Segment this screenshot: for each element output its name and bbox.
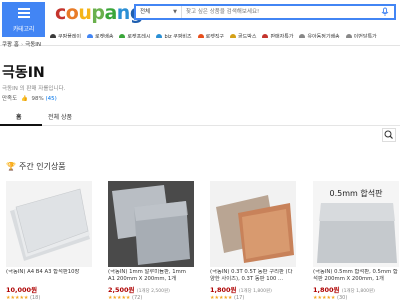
logo-letter: a bbox=[104, 2, 117, 24]
quick-link[interactable]: 로켓프레시 bbox=[119, 33, 150, 38]
quick-link[interactable]: 유아동정기배송 bbox=[299, 33, 340, 38]
quick-link-icon bbox=[262, 33, 269, 38]
search-bar: 전체 ▼ bbox=[134, 4, 396, 20]
quick-link[interactable]: 이번달특가 bbox=[345, 33, 377, 38]
product-image[interactable] bbox=[108, 181, 194, 267]
quick-link-label: 쿠팡플레이 bbox=[58, 34, 82, 38]
search-icon[interactable] bbox=[382, 128, 396, 142]
search-input[interactable] bbox=[186, 6, 366, 18]
header: 카테고리 coupang 전체 ▼ 쿠팡플레이 로켓배송 로켓프레시 biz 쿠팡비즈… bbox=[0, 0, 400, 46]
product-card[interactable]: 0.5mm 합석판 (극동IN) 0.5mm 합석판, 0.5mm 합석판 20… bbox=[313, 181, 399, 301]
product-card[interactable]: (극동IN) 1mm 알루미늄판, 1mm A1 200mm X 200mm, … bbox=[108, 181, 194, 301]
store-title: 극동IN bbox=[2, 65, 45, 81]
coupang-logo[interactable]: coupang bbox=[55, 2, 143, 24]
product-card[interactable]: (극동IN) 0.3T 0.5T 동판 구리판 (다양한 사이즈), 0.3T … bbox=[210, 181, 296, 301]
svg-text:0.5mm 합석판: 0.5mm 합석판 bbox=[330, 188, 384, 198]
search-scope-select[interactable]: 전체 ▼ bbox=[136, 6, 182, 18]
product-price: 1,800원 (1개당 1,800원) bbox=[210, 286, 272, 294]
chevron-down-icon: ▼ bbox=[173, 9, 177, 15]
product-image[interactable] bbox=[210, 181, 296, 267]
active-tab-indicator bbox=[0, 124, 42, 126]
quick-link-icon bbox=[119, 33, 126, 38]
thumbs-up-icon: 👍 bbox=[20, 96, 28, 102]
product-unit-price: (1개당 1,800원) bbox=[341, 289, 375, 294]
rating-count[interactable]: (45) bbox=[46, 96, 57, 102]
quick-link-label: 유아동정기배송 bbox=[307, 34, 340, 38]
quick-link-label: biz 쿠팡비즈 bbox=[164, 34, 192, 38]
rating-value: 98% bbox=[31, 96, 44, 102]
product-image[interactable] bbox=[6, 181, 92, 267]
product-price: 2,500원 (1개당 2,500원) bbox=[108, 286, 170, 294]
category-menu-button[interactable]: 카테고리 bbox=[2, 2, 45, 37]
hamburger-icon bbox=[18, 8, 30, 18]
quick-link-icon bbox=[345, 33, 352, 38]
trophy-icon: 🏆 bbox=[6, 162, 16, 171]
logo-letter: n bbox=[116, 2, 131, 24]
product-rating: ★★★★★ (72) bbox=[108, 295, 194, 301]
product-rating: ★★★★★ (17) bbox=[210, 295, 296, 301]
product-name[interactable]: (극동IN) A4 B4 A3 합석판10장 bbox=[6, 269, 92, 283]
product-name[interactable]: (극동IN) 0.3T 0.5T 동판 구리판 (다양한 사이즈), 0.3T … bbox=[210, 269, 296, 283]
product-card[interactable]: (극동IN) A4 B4 A3 합석판10장 10,000원 ★★★★★ (18… bbox=[6, 181, 92, 301]
product-price: 10,000원 bbox=[6, 286, 38, 294]
quick-link-label: 이번달특가 bbox=[353, 34, 377, 38]
tab-all-products[interactable]: 전체 상품 bbox=[48, 112, 72, 121]
logo-letter: u bbox=[78, 2, 92, 24]
review-count: (17) bbox=[234, 295, 245, 301]
section-title: 🏆 주간 인기상품 bbox=[6, 161, 66, 172]
microphone-icon[interactable] bbox=[380, 7, 390, 17]
quick-links-bar: 쿠팡플레이 로켓배송 로켓프레시 biz 쿠팡비즈 로켓직구 골드박스 판매자특가 유아동정기… bbox=[50, 26, 400, 38]
quick-link-icon bbox=[299, 33, 306, 38]
quick-link-icon bbox=[50, 33, 56, 38]
quick-link-label: 판매자특가 bbox=[270, 34, 294, 38]
quick-link[interactable]: 로켓배송 bbox=[87, 33, 113, 38]
tab-home[interactable]: 홈 bbox=[16, 112, 22, 121]
logo-letter: p bbox=[91, 2, 105, 24]
product-name[interactable]: (극동IN) 1mm 알루미늄판, 1mm A1 200mm X 200mm, … bbox=[108, 269, 194, 283]
store-tabs: 홈 전체 상품 bbox=[0, 108, 400, 126]
quick-link[interactable]: biz 쿠팡비즈 bbox=[156, 33, 192, 38]
review-count: (30) bbox=[337, 295, 348, 301]
review-count: (18) bbox=[30, 295, 41, 301]
quick-link-icon bbox=[87, 33, 94, 38]
product-name[interactable]: (극동IN) 0.5mm 합석판, 0.5mm 합석판 200mm X 200m… bbox=[313, 269, 399, 283]
search-scope-value: 전체 bbox=[140, 9, 151, 15]
star-icons: ★★★★★ bbox=[313, 295, 336, 301]
rating-label: 만족도 bbox=[2, 96, 18, 102]
category-label: 카테고리 bbox=[12, 26, 35, 33]
quick-link[interactable]: 골드박스 bbox=[230, 33, 256, 38]
breadcrumb-separator: › bbox=[20, 42, 24, 48]
quick-link[interactable]: 판매자특가 bbox=[262, 33, 293, 38]
breadcrumb-home[interactable]: 쿠팡 홈 bbox=[2, 42, 19, 48]
logo-letter: o bbox=[65, 2, 79, 24]
store-description: 극동IN 의 판매 자를입니다. bbox=[2, 86, 66, 92]
quick-link-label: 골드박스 bbox=[238, 34, 257, 38]
store-rating: 만족도 👍 98% (45) bbox=[2, 94, 57, 102]
star-icons: ★★★★★ bbox=[108, 295, 131, 301]
quick-link-label: 로켓배송 bbox=[95, 34, 114, 38]
quick-link-label: 로켓프레시 bbox=[127, 34, 151, 38]
star-icons: ★★★★★ bbox=[6, 295, 29, 301]
product-image[interactable]: 0.5mm 합석판 bbox=[313, 181, 399, 267]
product-rating: ★★★★★ (30) bbox=[313, 295, 399, 301]
quick-link[interactable]: 로켓직구 bbox=[197, 33, 225, 38]
breadcrumb: 쿠팡 홈 › 극동IN bbox=[2, 40, 41, 48]
logo-letter: c bbox=[55, 2, 66, 24]
star-icons: ★★★★★ bbox=[210, 295, 233, 301]
product-unit-price: (1개당 1,800원) bbox=[238, 289, 272, 294]
breadcrumb-store[interactable]: 극동IN bbox=[25, 42, 41, 48]
review-count: (72) bbox=[132, 295, 143, 301]
quick-link-icon bbox=[197, 33, 204, 38]
quick-link-label: 로켓직구 bbox=[205, 34, 225, 38]
quick-link[interactable]: 쿠팡플레이 bbox=[50, 33, 81, 38]
section-title-text: 주간 인기상품 bbox=[18, 162, 66, 171]
product-rating: ★★★★★ (18) bbox=[6, 295, 92, 301]
quick-link-icon bbox=[230, 33, 237, 38]
product-price: 1,800원 (1개당 1,800원) bbox=[313, 286, 375, 294]
quick-link-icon bbox=[156, 33, 163, 38]
product-unit-price: (1개당 2,500원) bbox=[136, 289, 170, 294]
